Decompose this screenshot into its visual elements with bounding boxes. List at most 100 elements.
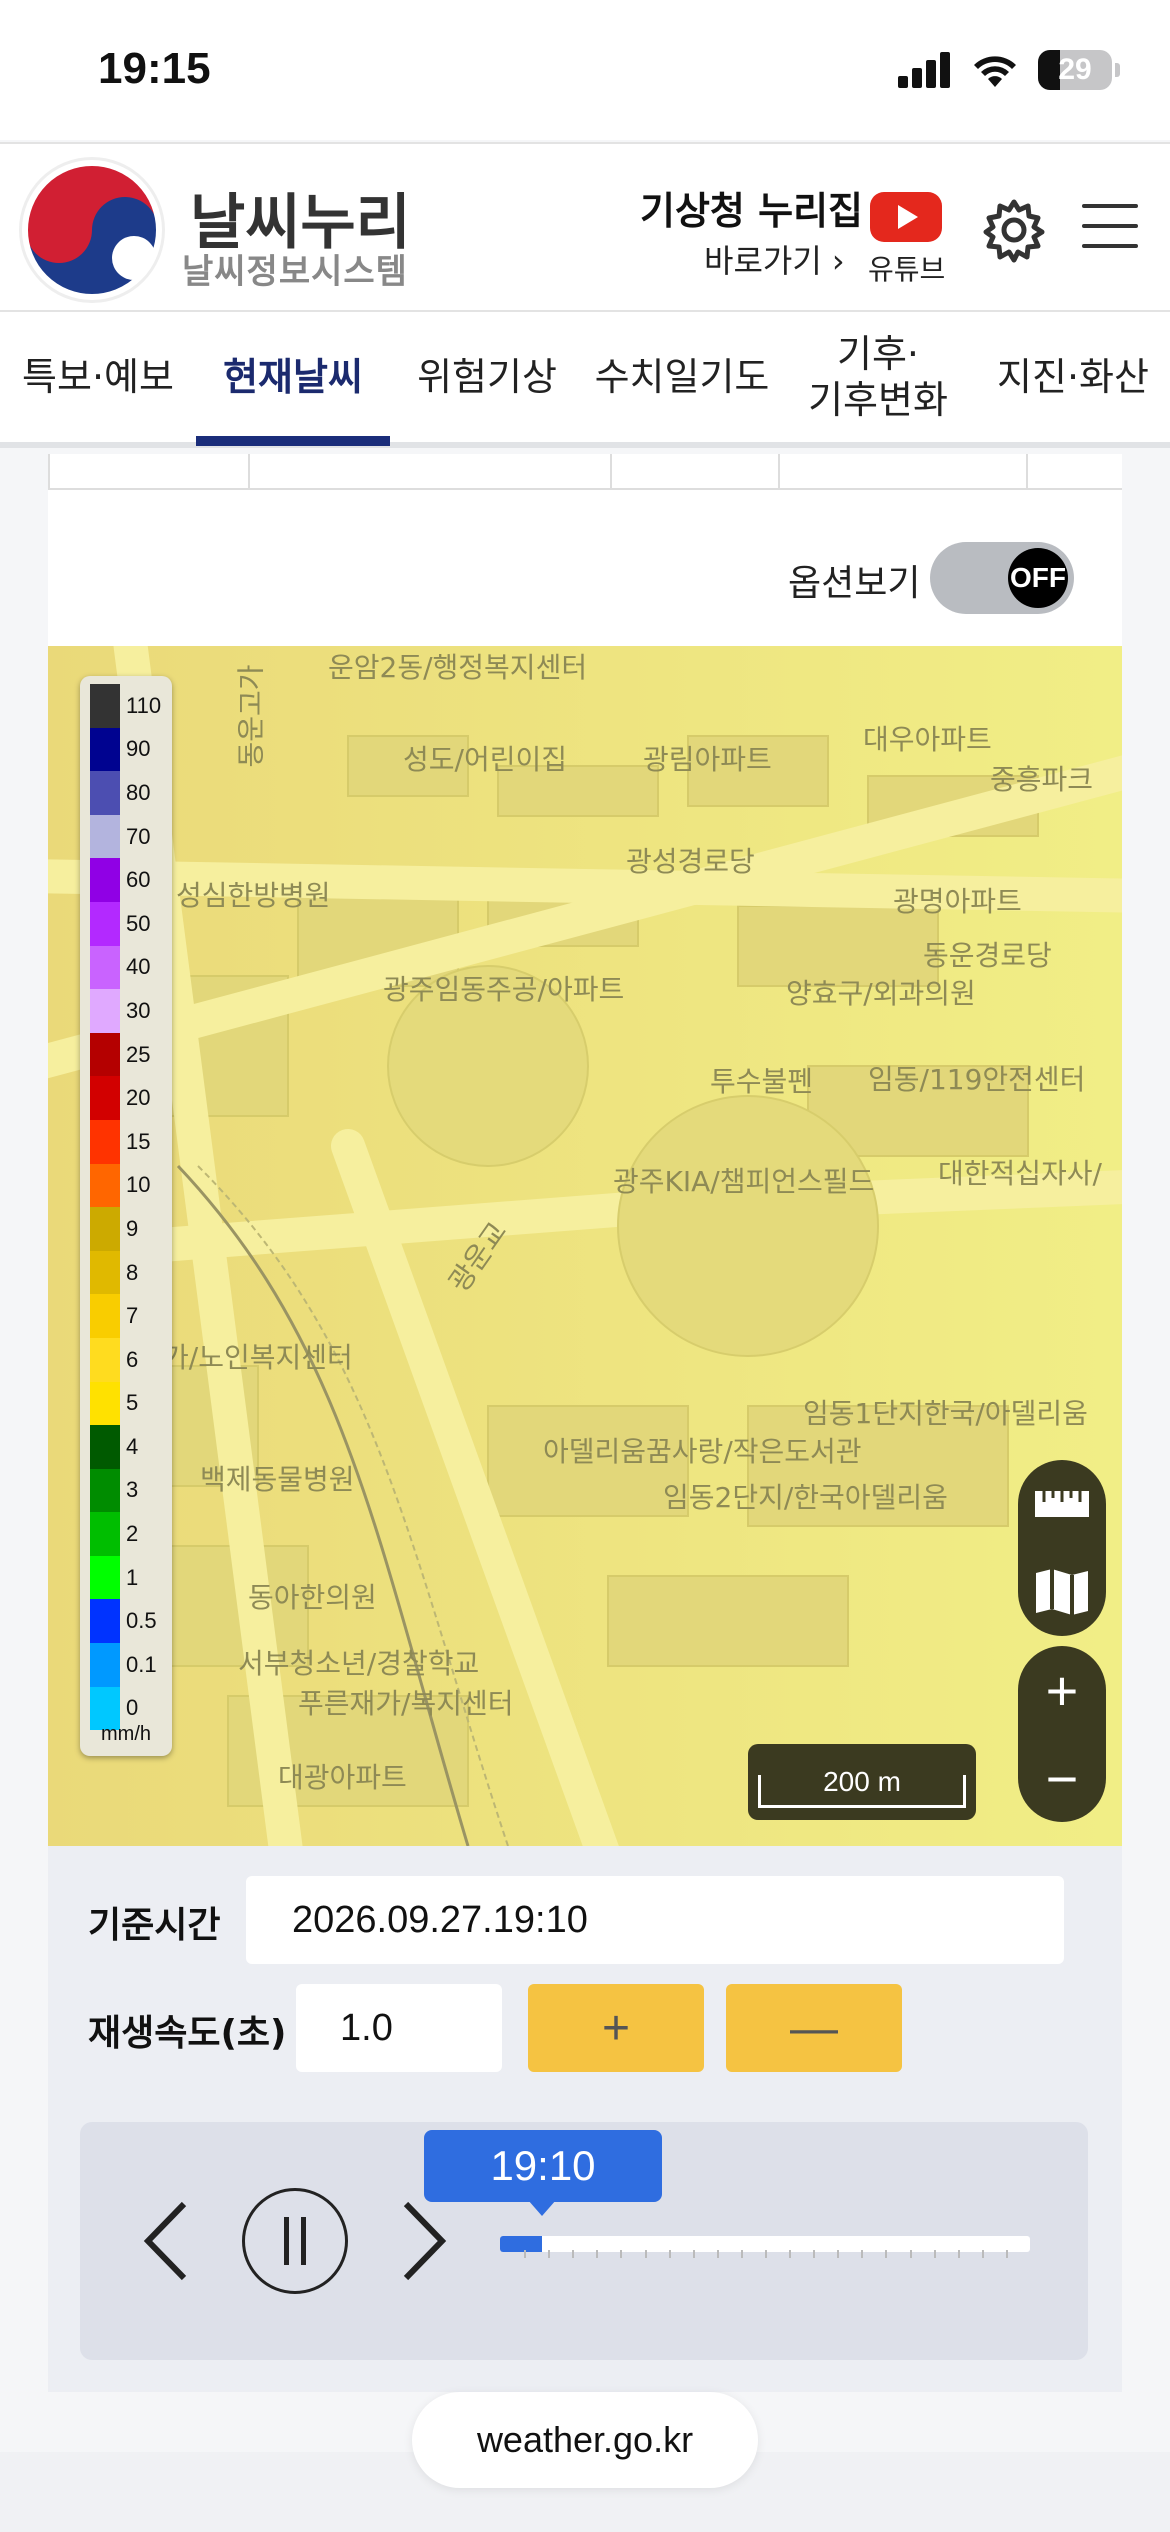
- map-label: 백제동물병원: [200, 1463, 355, 1496]
- timeline-tick: [765, 2250, 767, 2258]
- taegeuk-logo-icon[interactable]: [22, 160, 162, 300]
- legend-entry: 40: [80, 945, 172, 990]
- base-time-field[interactable]: 2026.09.27.19:10: [246, 1876, 1064, 1964]
- legend-value: 70: [126, 823, 151, 849]
- timeline-slider[interactable]: [500, 2236, 1030, 2258]
- legend-swatch: [90, 989, 120, 1033]
- legend-value: 0.1: [126, 1651, 157, 1677]
- map-tools-group: [1018, 1460, 1106, 1636]
- speed-input[interactable]: 1.0: [296, 1984, 502, 2072]
- sub-tabs: [48, 454, 1122, 490]
- speed-label: 재생속도(초): [88, 2013, 287, 2054]
- map-label: 대광아파트: [278, 1761, 407, 1794]
- browser-url-bar[interactable]: weather.go.kr: [412, 2392, 758, 2488]
- radar-map[interactable]: 운암2동/행정복지센터 성도/어린이집 광림아파트 대우아파트 중흥파크 광성경…: [48, 646, 1122, 1846]
- map-label: 임동1단지한국/아델리움: [803, 1397, 1088, 1430]
- timeline-tick: [909, 2250, 912, 2258]
- legend-value: 90: [126, 736, 151, 762]
- nav-item-current-weather[interactable]: 현재날씨: [196, 312, 390, 446]
- legend-swatch: [90, 1032, 120, 1077]
- map-label: 동운경로당: [923, 939, 1052, 972]
- map-label: 성심한방병원: [176, 879, 331, 912]
- pause-button[interactable]: [242, 2188, 348, 2294]
- map-label: 아델리움꿈사랑/작은도서관: [543, 1435, 862, 1468]
- legend-value: 2: [126, 1521, 139, 1547]
- map-label: 광림아파트: [643, 743, 772, 776]
- map-label: 임동2단지/한국아델리움: [663, 1481, 948, 1514]
- legend-value: 50: [126, 910, 151, 936]
- gear-icon[interactable]: [980, 196, 1048, 264]
- playback-controls: 기준시간 2026.09.27.19:10 재생속도(초) 1.0 + — 19…: [48, 1846, 1122, 2392]
- timeline-tick: [620, 2250, 623, 2258]
- timeline-tick: [524, 2250, 527, 2258]
- legend-value: 7: [126, 1303, 139, 1329]
- legend-value: 30: [126, 997, 151, 1023]
- timeline-tick: [572, 2250, 575, 2258]
- map-label: 광명아파트: [893, 885, 1022, 918]
- chevron-left-icon[interactable]: [136, 2196, 196, 2286]
- legend-swatch: [90, 1076, 120, 1120]
- legend-unit: mm/h: [101, 1723, 151, 1745]
- nav-item-hazard-weather[interactable]: 위험기상: [390, 312, 584, 442]
- legend-value: 60: [126, 867, 151, 893]
- map-label: 운암2동/행정복지센터: [328, 651, 588, 684]
- timeline-tick: [933, 2250, 936, 2258]
- legend-entry: 7: [80, 1294, 172, 1338]
- chevron-right-icon[interactable]: [394, 2196, 454, 2286]
- legend-entry: 9: [80, 1207, 172, 1251]
- legend-entry: 0.5: [80, 1599, 172, 1644]
- map-label: 푸른재가/복지센터: [298, 1687, 514, 1720]
- legend-swatch: [90, 1512, 120, 1556]
- nav-item-earthquake[interactable]: 지진·화산: [976, 312, 1170, 442]
- option-view-toggle[interactable]: OFF: [930, 542, 1074, 614]
- legend-swatch: [90, 684, 120, 728]
- legend-entry: 3: [80, 1468, 172, 1513]
- legend-value: 20: [126, 1085, 151, 1111]
- legend-entry: 90: [80, 727, 172, 772]
- legend-value: 25: [126, 1041, 151, 1067]
- map-label: 투수불펜: [710, 1065, 814, 1098]
- timeline-tick: [789, 2250, 792, 2258]
- map-label: 광주KIA/챔피언스필드: [613, 1165, 875, 1198]
- timeline-tick: [861, 2250, 864, 2258]
- legend-value: 3: [126, 1477, 139, 1503]
- nurijip-link[interactable]: 바로가기 ›: [704, 236, 845, 282]
- nurijip-title[interactable]: 기상청 누리집: [640, 180, 863, 235]
- timeline-tick: [596, 2250, 599, 2258]
- legend-entry: 50: [80, 901, 172, 946]
- timeline-tick: [716, 2250, 719, 2258]
- legend-entry: 80: [80, 771, 172, 815]
- legend-swatch: [90, 1337, 120, 1382]
- legend-entry: 2: [80, 1512, 172, 1556]
- legend-entry: 60: [80, 858, 172, 902]
- timeline-tick: [644, 2250, 647, 2258]
- legend-swatch: [90, 1468, 120, 1513]
- youtube-icon[interactable]: [870, 192, 942, 242]
- youtube-label[interactable]: 유튜브: [868, 248, 945, 288]
- map-label: 임동/119안전센터: [868, 1063, 1086, 1096]
- legend-entry: 30: [80, 989, 172, 1033]
- legend-entry: 20: [80, 1076, 172, 1120]
- legend-entry: 6: [80, 1337, 172, 1382]
- map-layers-icon[interactable]: [1018, 1548, 1106, 1636]
- nav-item-forecast[interactable]: 특보·예보: [0, 312, 196, 442]
- legend-entry: 10: [80, 1163, 172, 1208]
- legend-value: 110: [126, 692, 162, 718]
- legend-value: 8: [126, 1259, 139, 1285]
- zoom-in-icon[interactable]: +: [1018, 1646, 1106, 1734]
- hamburger-menu-icon[interactable]: [1082, 204, 1138, 250]
- map-label: 양효구/외과의원: [786, 977, 976, 1010]
- map-label: 대한적십자사/: [938, 1157, 1102, 1190]
- nav-item-climate[interactable]: 기후· 기후변화: [780, 312, 976, 442]
- speed-plus-button[interactable]: +: [528, 1984, 704, 2072]
- nav-item-numerical-chart[interactable]: 수치일기도: [584, 312, 780, 442]
- legend-entry: 4: [80, 1425, 172, 1469]
- legend-swatch: [90, 858, 120, 902]
- zoom-out-icon[interactable]: −: [1018, 1734, 1106, 1822]
- status-icons: 29: [898, 50, 1120, 90]
- speed-minus-button[interactable]: —: [726, 1984, 902, 2072]
- scale-label: 200 m: [823, 1766, 901, 1797]
- timeline-progress: [500, 2236, 543, 2252]
- ruler-icon[interactable]: [1018, 1460, 1106, 1548]
- timeline-tick: [885, 2250, 888, 2258]
